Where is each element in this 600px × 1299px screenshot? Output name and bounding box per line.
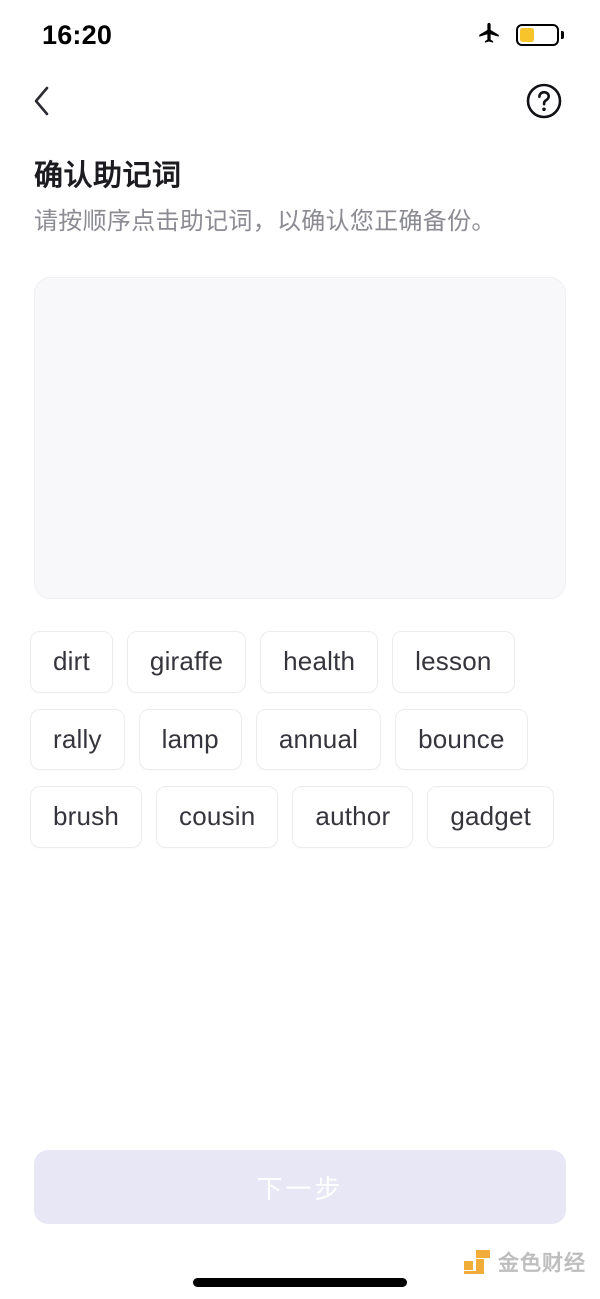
home-indicator[interactable]	[193, 1278, 407, 1287]
page-title: 确认助记词	[34, 160, 182, 192]
status-bar: 16:20	[0, 0, 600, 70]
next-step-button[interactable]: 下一步	[34, 1150, 566, 1224]
status-indicators	[476, 20, 564, 51]
battery-fill	[520, 28, 534, 42]
watermark: 金色财经	[464, 1247, 586, 1277]
word-chip[interactable]: dirt	[30, 630, 113, 693]
selected-words-box[interactable]	[34, 276, 566, 599]
question-mark-circle-icon	[525, 82, 563, 125]
back-button[interactable]	[20, 81, 64, 125]
page-subtitle: 请按顺序点击助记词，以确认您正确备份。	[34, 208, 496, 236]
word-chip[interactable]: author	[292, 786, 414, 849]
header-section: 确认助记词 请按顺序点击助记词，以确认您正确备份。	[0, 136, 600, 239]
battery-body	[516, 24, 559, 46]
word-chip[interactable]: cousin	[156, 786, 279, 849]
chevron-left-icon	[30, 84, 54, 123]
word-chip[interactable]: lesson	[392, 630, 515, 693]
word-chip[interactable]: gadget	[427, 786, 555, 849]
help-button[interactable]	[522, 81, 566, 125]
nav-bar	[0, 70, 600, 136]
word-chip[interactable]: lamp	[138, 708, 242, 771]
word-chip[interactable]: bounce	[395, 708, 528, 771]
word-chip[interactable]: rally	[30, 708, 125, 771]
cta-container: 下一步	[0, 1150, 600, 1224]
phone-screen: 16:20 确认助记词 请按顺序点击助记词，以确认您正确备份。 dirt gir…	[0, 0, 600, 1299]
word-pool: dirt giraffe health lesson rally lamp annual bo…	[30, 630, 570, 849]
watermark-text: 金色财经	[498, 1252, 586, 1275]
battery-icon	[516, 24, 564, 46]
word-chip[interactable]: giraffe	[126, 630, 247, 693]
word-chip[interactable]: brush	[30, 786, 143, 849]
word-chip[interactable]: health	[260, 630, 379, 693]
battery-cap	[561, 31, 564, 39]
word-chip[interactable]: annual	[255, 708, 382, 771]
airplane-mode-icon	[476, 20, 502, 51]
status-time: 16:20	[42, 19, 113, 50]
jinse-logo-icon	[464, 1250, 490, 1274]
